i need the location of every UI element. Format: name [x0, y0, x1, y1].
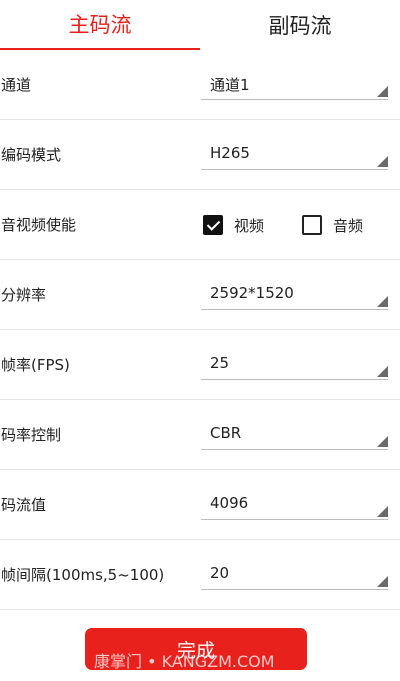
dropdown-triangle-icon — [377, 86, 388, 97]
encode-mode-value: H265 — [210, 144, 250, 162]
av-enable-label: 音视频使能 — [1, 216, 77, 234]
frame-rate-value: 25 — [210, 354, 230, 372]
channel-row: 通道 通道1 — [0, 50, 400, 120]
settings-form: 通道 通道1 编码模式 H265 音视频使能 视频 音频 分辨率 2592*15… — [0, 50, 400, 610]
encode-mode-row: 编码模式 H265 — [0, 120, 400, 190]
av-enable-row: 音视频使能 视频 音频 — [0, 190, 400, 260]
frame-interval-value: 20 — [210, 564, 230, 582]
bitrate-control-label: 码率控制 — [1, 426, 62, 444]
resolution-row: 分辨率 2592*1520 — [0, 260, 400, 330]
dropdown-triangle-icon — [377, 366, 388, 377]
channel-select[interactable]: 通道1 — [201, 68, 388, 100]
video-checkbox-label: 视频 — [234, 216, 265, 235]
bitrate-value-row: 码流值 4096 — [0, 470, 400, 540]
tab-main-stream[interactable]: 主码流 — [0, 0, 200, 50]
encode-mode-select[interactable]: H265 — [201, 138, 388, 170]
frame-interval-row: 帧间隔(100ms,5~100) 20 — [0, 540, 400, 610]
dropdown-triangle-icon — [377, 436, 388, 447]
bitrate-control-row: 码率控制 CBR — [0, 400, 400, 470]
encode-mode-label: 编码模式 — [1, 146, 62, 164]
bitrate-value-value: 4096 — [210, 494, 249, 512]
resolution-value: 2592*1520 — [210, 284, 294, 302]
bitrate-value-select[interactable]: 4096 — [201, 488, 388, 520]
frame-rate-row: 帧率(FPS) 25 — [0, 330, 400, 400]
tab-sub-stream[interactable]: 副码流 — [200, 0, 400, 50]
frame-rate-select[interactable]: 25 — [201, 348, 388, 380]
resolution-select[interactable]: 2592*1520 — [201, 278, 388, 310]
frame-interval-label: 帧间隔(100ms,5~100) — [1, 566, 165, 584]
audio-checkbox-label: 音频 — [333, 216, 364, 235]
channel-value: 通道1 — [210, 76, 250, 94]
video-checkbox-group[interactable]: 视频 — [203, 190, 264, 260]
stream-tabs: 主码流 副码流 — [0, 0, 400, 50]
channel-label: 通道 — [1, 76, 32, 94]
audio-checkbox-group[interactable]: 音频 — [302, 190, 363, 260]
bitrate-control-value: CBR — [210, 424, 242, 442]
dropdown-triangle-icon — [377, 506, 388, 517]
dropdown-triangle-icon — [377, 296, 388, 307]
resolution-label: 分辨率 — [1, 286, 47, 304]
bitrate-control-select[interactable]: CBR — [201, 418, 388, 450]
checkbox-unchecked-icon[interactable] — [302, 215, 322, 235]
checkbox-checked-icon[interactable] — [203, 215, 223, 235]
dropdown-triangle-icon — [377, 576, 388, 587]
dropdown-triangle-icon — [377, 156, 388, 167]
bitrate-value-label: 码流值 — [1, 496, 47, 514]
frame-interval-select[interactable]: 20 — [201, 558, 388, 590]
frame-rate-label: 帧率(FPS) — [1, 356, 70, 374]
done-button[interactable]: 完成 — [85, 628, 307, 670]
